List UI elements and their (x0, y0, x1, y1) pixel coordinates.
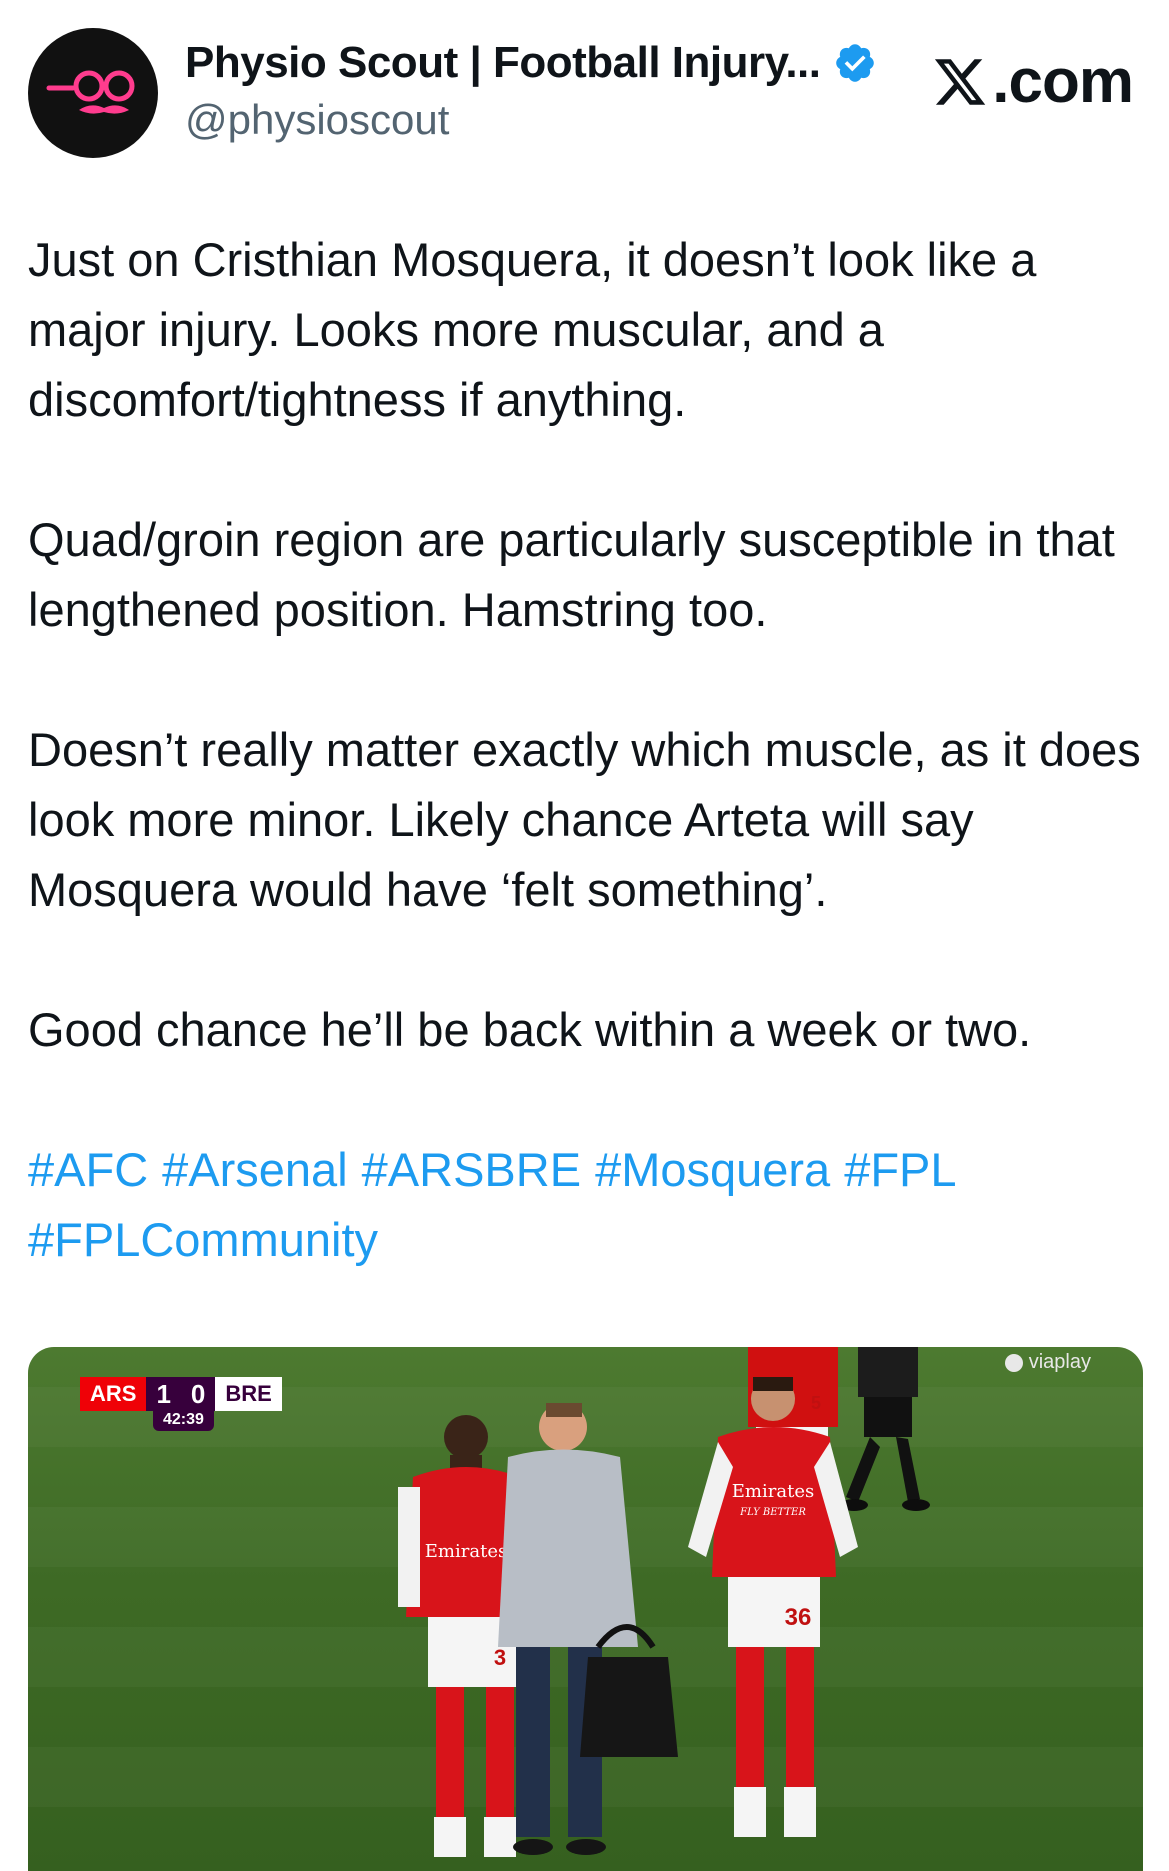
broadcaster-label: viaplay (1028, 1351, 1091, 1373)
jersey-number: 36 (785, 1604, 812, 1631)
jersey-number: 5 (811, 1393, 821, 1413)
match-clock: 42:39 (153, 1409, 214, 1431)
shirt-sponsor: Emirates (425, 1541, 507, 1562)
verified-badge-icon (835, 44, 874, 82)
away-team: BRE (215, 1377, 282, 1411)
tweet-paragraph: Quad/groin region are particularly susce… (28, 513, 1115, 636)
site-label: .com (992, 47, 1134, 116)
x-logo[interactable]: .com (932, 46, 1134, 117)
tweet-paragraph: Good chance he’ll be back within a week … (28, 1003, 1032, 1056)
away-score: 0 (180, 1377, 216, 1411)
tweet-media-image[interactable]: Emirates 3 Emirates FLY BETTER 36 5 ARS … (28, 1347, 1143, 1871)
hashtag-link[interactable]: #ARSBRE (362, 1143, 581, 1196)
hashtag-link[interactable]: #AFC (28, 1143, 148, 1196)
home-score: 1 (146, 1377, 181, 1411)
x-icon (935, 58, 986, 105)
user-handle[interactable]: @physioscout (185, 96, 877, 144)
hashtag-link[interactable]: #FPL (844, 1143, 956, 1196)
play-icon (1004, 1353, 1023, 1372)
shirt-tagline: FLY BETTER (739, 1507, 806, 1518)
home-team: ARS (80, 1377, 147, 1411)
glasses-mustache-logo-icon (46, 70, 135, 114)
tweet-header: Physio Scout | Football Injury... @physi… (28, 28, 1141, 158)
shirt-sponsor: Emirates (732, 1481, 814, 1502)
broadcaster-watermark: viaplay (1004, 1351, 1091, 1374)
display-name[interactable]: Physio Scout | Football Injury... (185, 38, 821, 88)
hashtag-link[interactable]: #Arsenal (162, 1143, 348, 1196)
scorebug: ARS 1 0 BRE (80, 1377, 282, 1411)
avatar[interactable] (28, 28, 158, 158)
tweet-paragraph: Doesn’t really matter exactly which musc… (28, 723, 1141, 916)
hashtag-list: #AFC #Arsenal #ARSBRE #Mosquera #FPL #FPLComm… (28, 1135, 1148, 1275)
tweet-paragraph: Just on Cristhian Mosquera, it doesn’t l… (28, 233, 1037, 426)
tweet-body: Just on Cristhian Mosquera, it doesn’t l… (28, 225, 1148, 1275)
hashtag-link[interactable]: #Mosquera (595, 1143, 830, 1196)
jersey-number: 3 (494, 1645, 506, 1670)
hashtag-link[interactable]: #FPLCommunity (28, 1213, 378, 1266)
